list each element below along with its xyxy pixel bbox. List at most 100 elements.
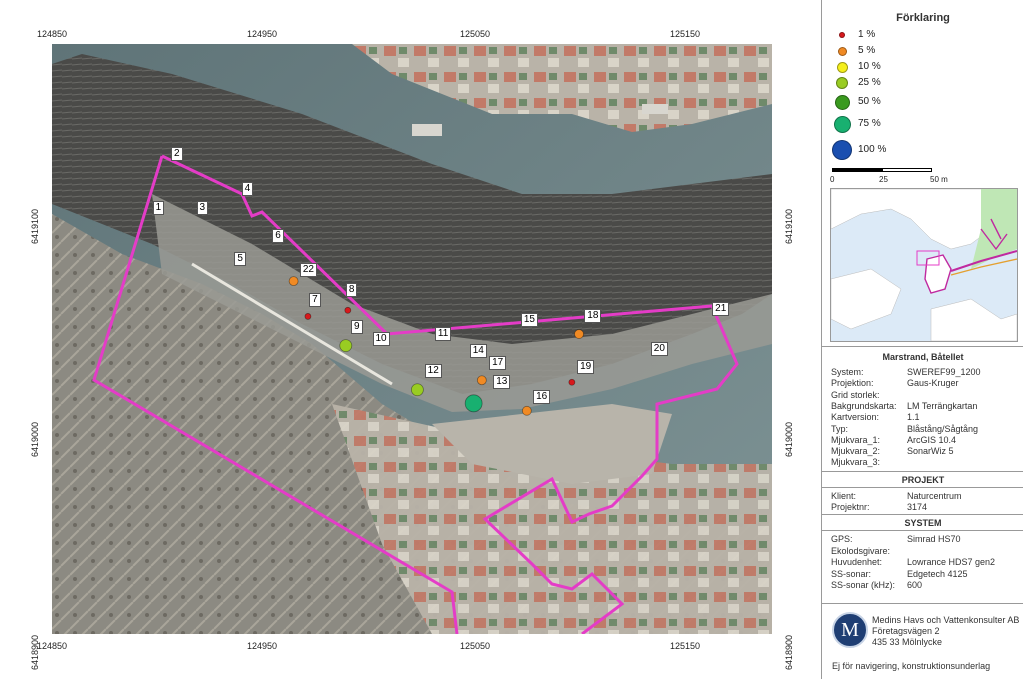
legend-item: 50 % [822,94,1023,111]
x-tick-bottom: 124850 [37,641,68,651]
info-value: 3174 [907,502,928,512]
station-label[interactable]: 18 [584,308,602,323]
x-tick-top: 124850 [37,29,68,39]
legend-item: 75 % [822,115,1023,133]
company-logo: M [832,612,868,648]
projekt-section-title: PROJEKT [901,475,945,485]
station-label[interactable]: 5 [234,252,246,267]
scale-label-50: 50 m [930,175,948,184]
map-canvas[interactable]: 1 2 3 4 5 6 7 8 9 10 11 12 13 14 15 16 17 18 19 20 21 22 [52,44,772,634]
station-label[interactable]: 10 [372,331,390,346]
info-key: Kartversion: [831,412,880,423]
station-label[interactable]: 7 [309,293,321,308]
x-tick-top: 125050 [460,29,491,39]
info-value: Blåstång/Sågtång [907,423,979,434]
legend-symbol [839,32,845,38]
station-label[interactable]: 14 [469,344,487,359]
legend-item: 5 % [822,44,1023,60]
info-key: Mjukvara_3: [831,457,881,468]
x-tick-top: 124950 [247,29,278,39]
legend-label: 25 % [858,77,881,88]
info-key: Grid storlek: [831,389,880,400]
info-value: SWEREF99_1200 [907,367,981,377]
station-label[interactable]: 2 [170,147,183,162]
y-tick-left: 6419100 [30,208,40,244]
info-value: Lowrance HDS7 gen2 [907,557,996,567]
station-label[interactable]: 17 [489,356,507,371]
station-label[interactable]: 8 [345,282,358,297]
company-address-2: 435 33 Mölnlycke [872,637,943,647]
legend-item: 100 % [822,140,1023,160]
y-tick-right: 6418900 [784,634,794,670]
station-label[interactable]: 6 [272,228,284,243]
legend-label: 100 % [858,144,887,155]
legend-label: 50 % [858,96,881,107]
station-label[interactable]: 19 [577,360,595,375]
station-label[interactable]: 16 [533,389,551,404]
y-tick-right: 6419100 [784,208,794,244]
info-key: SS-sonar: [831,568,872,579]
project-title: Marstrand, Båtellet [882,352,964,362]
info-value: 600 [907,580,923,590]
legend-label: 1 % [858,29,876,40]
legend-symbol [836,61,848,73]
info-key: Bakgrundskarta: [831,400,897,411]
legend-item: 10 % [822,60,1023,76]
info-value: LM Terrängkartan [907,400,978,411]
info-key: GPS: [831,534,853,544]
legend-symbol [834,94,850,110]
x-tick-bottom: 125050 [460,641,491,651]
company-address-1: Företagsvägen 2 [872,626,940,636]
info-key: Ekolodsgivare: [831,545,891,556]
company-name: Medins Havs och Vattenkonsulter AB [872,615,1020,625]
station-label[interactable]: 4 [241,181,254,196]
scale-label-25: 25 [879,175,888,184]
legend-symbol [832,140,852,160]
info-key: Klient: [831,491,857,501]
labels-layer: 1 2 3 4 5 6 7 8 9 10 11 12 13 14 15 16 17 18 19 20 21 22 [52,44,772,634]
legend-symbol [837,46,847,56]
station-label[interactable]: 22 [299,263,317,278]
legend-label: 75 % [858,118,881,129]
info-value: Simrad HS70 [907,534,961,544]
station-label[interactable]: 15 [520,313,538,328]
map-frame: 124850 124950 125050 125150 124850 12495… [0,0,821,679]
station-label[interactable]: 21 [712,301,730,316]
legend-item: 25 % [822,76,1023,92]
x-tick-bottom: 124950 [247,641,278,651]
info-key: SS-sonar (kHz): [831,580,896,590]
legend-symbol [833,115,851,133]
info-key: Projektion: [831,378,874,389]
y-tick-right: 6419000 [784,421,794,457]
legend-title: Förklaring [896,12,950,24]
station-label[interactable]: 9 [351,319,363,334]
overview-map[interactable] [830,188,1018,342]
info-key: Projektnr: [831,502,870,512]
overview-map-svg [831,189,1017,341]
x-tick-top: 125150 [670,29,701,39]
station-label[interactable]: 3 [196,201,209,216]
y-tick-left: 6419000 [30,421,40,457]
info-value: Gaus-Kruger [907,378,959,389]
station-label[interactable]: 1 [152,201,165,216]
scale-bar [832,168,932,172]
info-panel: Förklaring 1 % 5 % 10 % 25 % 50 % 75 % 100 % 0… [821,0,1023,679]
info-key: System: [831,367,864,377]
y-tick-left: 6418900 [30,634,40,670]
station-label[interactable]: 13 [493,375,511,390]
station-label[interactable]: 11 [434,327,452,342]
legend-label: 10 % [858,61,881,72]
system-section-title: SYSTEM [904,518,942,528]
info-value: 1.1 [907,412,920,423]
info-key: Typ: [831,423,849,434]
scale-label-0: 0 [830,175,835,184]
info-key: Huvudenhet: [831,557,883,567]
footer-note: Ej för navigering, konstruktionsunderlag [832,661,991,671]
legend-label: 5 % [858,45,876,56]
info-value: SonarWiz 5 [907,446,954,457]
station-label[interactable]: 20 [650,342,668,356]
station-label[interactable]: 12 [424,363,442,378]
info-value: ArcGIS 10.4 [907,434,957,445]
legend-item: 1 % [822,28,1023,44]
info-key: Mjukvara_2: [831,446,881,457]
